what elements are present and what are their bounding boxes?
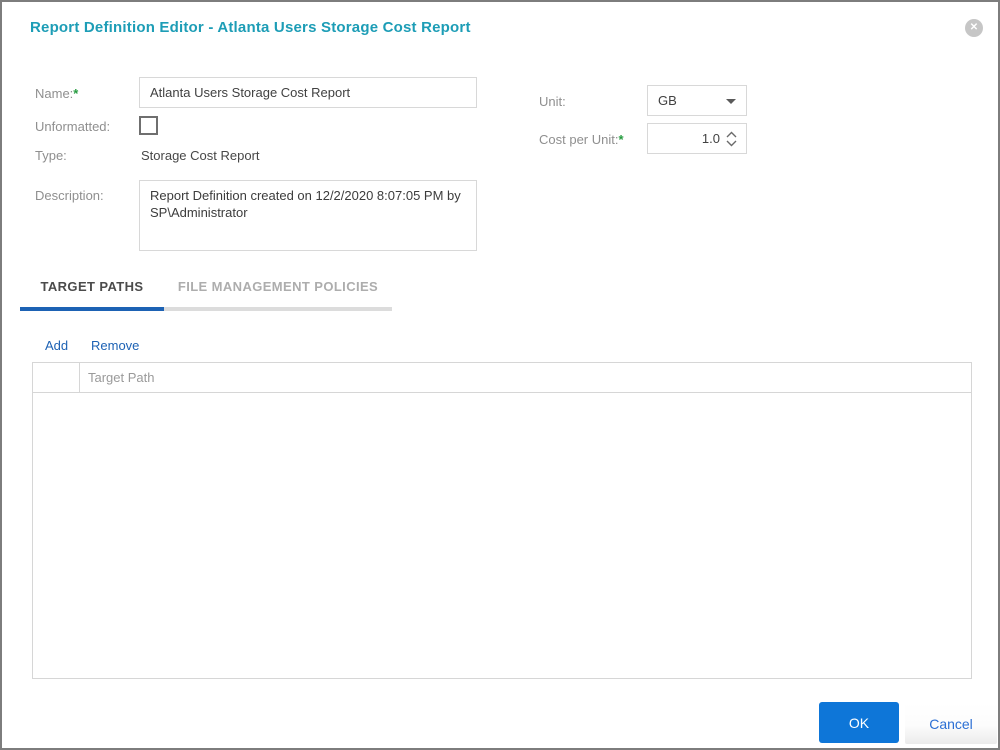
tab-target-paths[interactable]: TARGET PATHS	[20, 279, 164, 311]
tab-bar: TARGET PATHS FILE MANAGEMENT POLICIES	[20, 279, 392, 311]
cost-per-unit-spinner	[647, 123, 747, 154]
add-link[interactable]: Add	[45, 338, 68, 353]
description-label: Description:	[35, 188, 104, 203]
column-header-select	[33, 363, 80, 392]
report-definition-editor-dialog: Report Definition Editor - Atlanta Users…	[0, 0, 1000, 750]
unit-select[interactable]: GB	[647, 85, 747, 116]
name-label-text: Name:	[35, 86, 74, 101]
column-header-target-path: Target Path	[88, 370, 155, 385]
dialog-title: Report Definition Editor - Atlanta Users…	[30, 19, 471, 36]
spinner-up-down-icon[interactable]	[725, 131, 738, 152]
cost-per-unit-required-mark: *	[618, 132, 624, 147]
chevron-down-icon	[726, 99, 736, 104]
cost-per-unit-label-text: Cost per Unit:	[539, 132, 619, 147]
tab-file-management-policies[interactable]: FILE MANAGEMENT POLICIES	[164, 279, 392, 311]
ok-button[interactable]: OK	[819, 702, 899, 743]
type-value: Storage Cost Report	[141, 148, 260, 163]
type-label: Type:	[35, 148, 67, 163]
target-path-table: Target Path	[32, 362, 972, 679]
cancel-button[interactable]: Cancel	[905, 703, 997, 744]
unit-label: Unit:	[539, 94, 566, 109]
remove-link[interactable]: Remove	[91, 338, 139, 353]
unformatted-label: Unformatted:	[35, 119, 111, 134]
name-label: Name:*	[35, 86, 78, 101]
table-body[interactable]	[33, 393, 971, 678]
close-icon[interactable]: ✕	[965, 19, 983, 37]
name-required-mark: *	[73, 86, 79, 101]
description-textarea[interactable]: Report Definition created on 12/2/2020 8…	[139, 180, 477, 251]
table-header-row: Target Path	[33, 363, 971, 393]
unformatted-checkbox[interactable]	[139, 116, 158, 135]
cost-per-unit-input[interactable]	[648, 124, 720, 153]
name-input[interactable]	[139, 77, 477, 108]
unit-select-value: GB	[658, 93, 677, 108]
cost-per-unit-label: Cost per Unit:*	[539, 132, 624, 147]
